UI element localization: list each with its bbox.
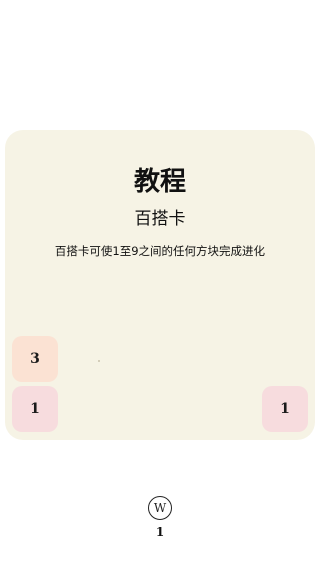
tutorial-description: 百搭卡可使1至9之间的任何方块完成进化 [54, 244, 266, 258]
tutorial-card: 教程 百搭卡 百搭卡可使1至9之间的任何方块完成进化 3 1 1 [5, 130, 315, 440]
board-dot [98, 360, 100, 362]
tutorial-title: 教程 [133, 167, 186, 197]
wildcard-counter[interactable]: W 1 [142, 496, 178, 539]
wildcard-name: 百搭卡 [134, 209, 186, 229]
number-tile[interactable]: 1 [262, 386, 308, 432]
wildcard-count: 1 [155, 525, 165, 539]
number-tile[interactable]: 3 [12, 336, 58, 382]
wildcard-icon: W [148, 496, 172, 520]
number-tile[interactable]: 1 [12, 386, 58, 432]
